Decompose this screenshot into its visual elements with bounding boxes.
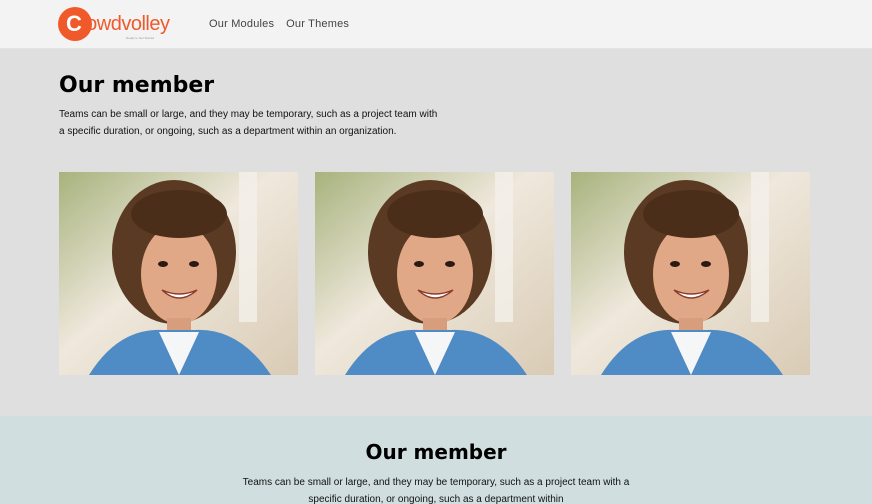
- section-title: Our member: [59, 73, 215, 98]
- member-photo[interactable]: [59, 172, 298, 375]
- logo-wordmark: rowdvolley: [80, 13, 170, 35]
- member-photo[interactable]: [571, 172, 810, 375]
- top-navbar: C rowdvolley Ready to Get Started Our Mo…: [0, 0, 872, 49]
- smiling-boy-photo: [59, 172, 298, 375]
- smiling-boy-photo: [571, 172, 810, 375]
- main-nav: Our Modules Our Themes: [209, 18, 349, 30]
- logo-tagline: Ready to Get Started: [126, 36, 155, 40]
- member-photo[interactable]: [315, 172, 554, 375]
- section-description: Teams can be small or large, and they ma…: [59, 109, 438, 137]
- member-cards: [59, 172, 810, 375]
- section-title: Our member: [365, 440, 507, 464]
- smiling-boy-photo: [315, 172, 554, 375]
- section-description: Teams can be small or large, and they ma…: [242, 477, 630, 504]
- nav-our-themes[interactable]: Our Themes: [286, 18, 349, 30]
- members-section: Our member Teams can be small or large, …: [0, 49, 872, 416]
- nav-our-modules[interactable]: Our Modules: [209, 18, 274, 30]
- crowdvolley-logo[interactable]: C rowdvolley Ready to Get Started: [58, 7, 176, 41]
- members-section-secondary: Our member Teams can be small or large, …: [0, 416, 872, 504]
